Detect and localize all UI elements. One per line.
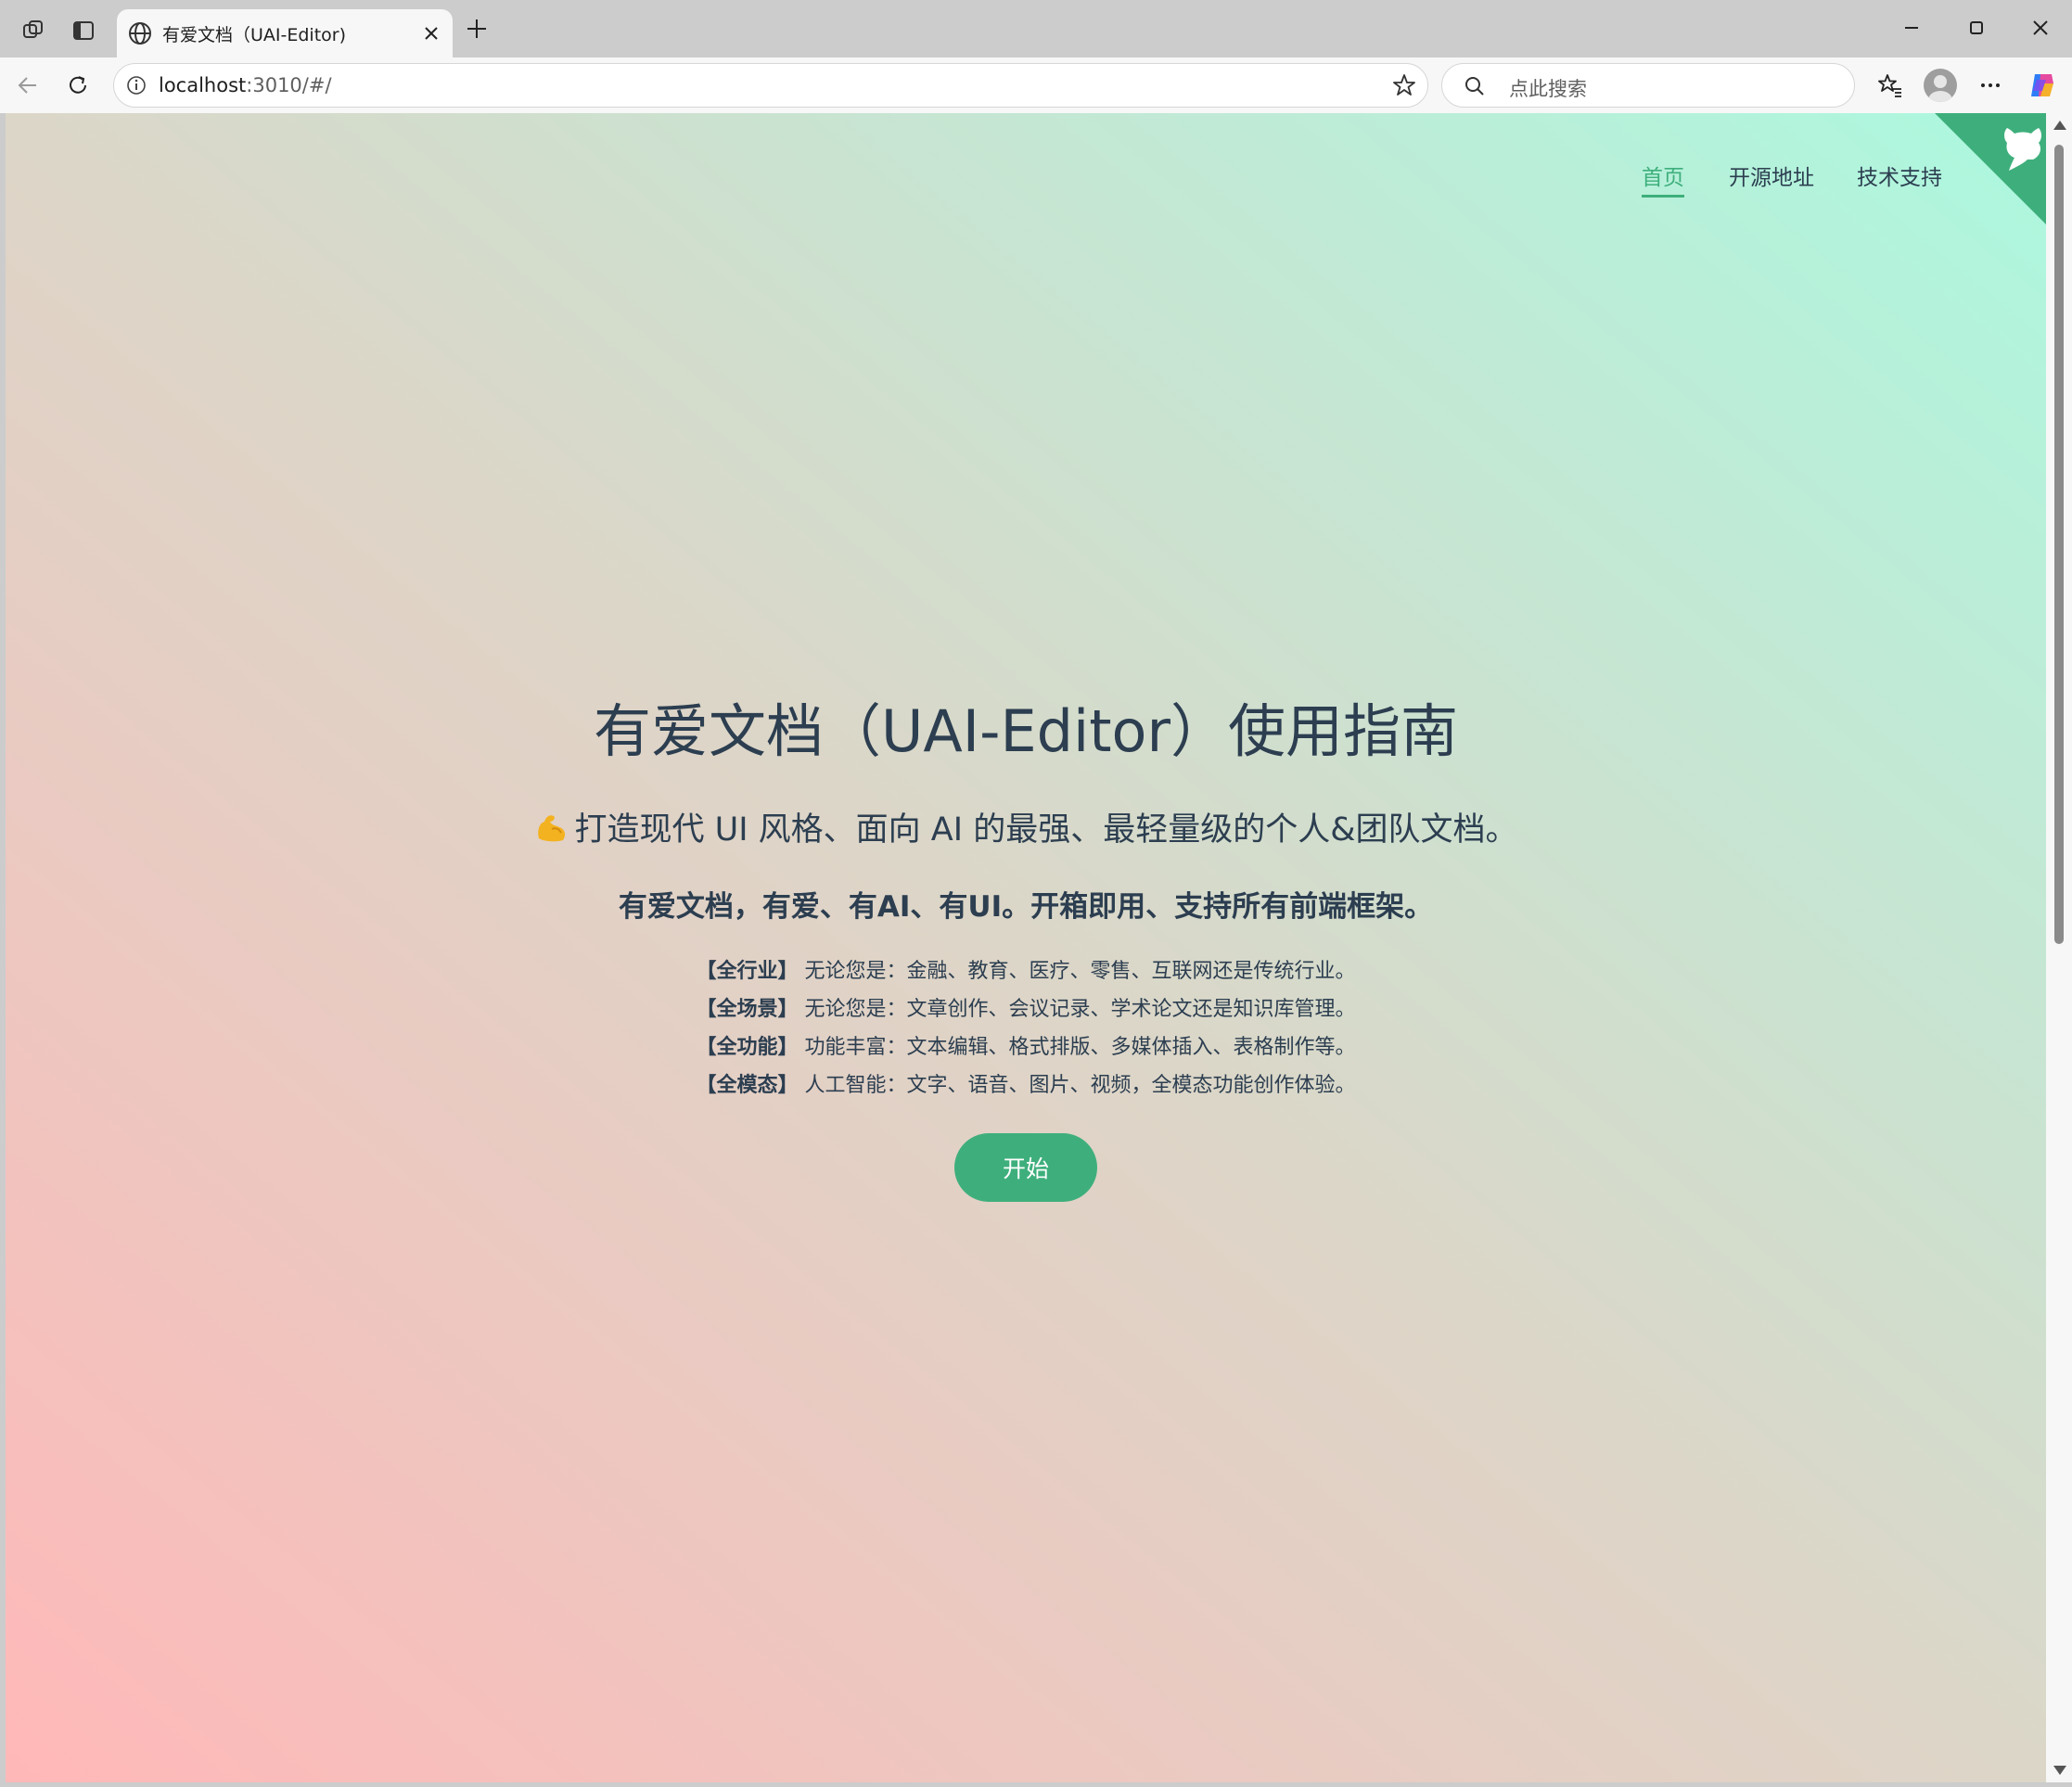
close-tab-icon[interactable] <box>417 19 445 47</box>
search-placeholder: 点此搜索 <box>1509 78 1587 100</box>
minimize-icon[interactable] <box>1884 7 1939 48</box>
favorite-star-icon[interactable] <box>1390 71 1418 99</box>
feature-tag: 【全行业】 <box>696 960 799 983</box>
maximize-icon[interactable] <box>1949 7 2004 48</box>
address-bar[interactable]: localhost:3010/#/ <box>113 63 1428 108</box>
nav-source[interactable]: 开源地址 <box>1729 160 1814 191</box>
page-title: 有爱文档（UAI-Editor）使用指南 <box>594 697 1458 765</box>
globe-icon <box>126 19 154 47</box>
start-button[interactable]: 开始 <box>954 1133 1097 1202</box>
page-tagline: 有爱文档，有爱、有AI、有UI。开箱即用、支持所有前端框架。 <box>618 890 1434 924</box>
search-box[interactable]: 点此搜索 <box>1441 63 1855 108</box>
site-info-icon[interactable] <box>123 72 149 98</box>
feature-item: 【全行业】 无论您是：金融、教育、医疗、零售、互联网还是传统行业。 <box>6 952 2046 990</box>
scroll-down-arrow-icon[interactable] <box>2053 1766 2066 1775</box>
workspaces-icon[interactable] <box>15 12 52 49</box>
browser-window: 有爱文档（UAI-Editor) localhost:3010/#/ 点此搜索 … <box>0 0 2072 1787</box>
url-path: :3010/#/ <box>246 74 332 96</box>
copilot-icon[interactable] <box>2024 67 2061 104</box>
page-scrollbar[interactable] <box>2046 113 2072 1782</box>
window-bottom-edge <box>0 1782 2072 1787</box>
subtitle-text: 打造现代 UI 风格、面向 AI 的最强、最轻量级的个人&团队文档。 <box>574 811 1518 849</box>
feature-text: 无论您是：金融、教育、医疗、零售、互联网还是传统行业。 <box>804 960 1356 983</box>
url-text: localhost:3010/#/ <box>159 74 332 96</box>
page-viewport: 首页 开源地址 技术支持 有爱文档（UAI-Editor）使用指南 打造现代 U… <box>6 113 2046 1782</box>
scroll-up-arrow-icon[interactable] <box>2053 121 2066 130</box>
feature-item: 【全场景】 无论您是：文章创作、会议记录、学术论文还是知识库管理。 <box>6 990 2046 1028</box>
back-icon[interactable] <box>9 67 46 104</box>
tab-actions-icon[interactable] <box>65 12 102 49</box>
feature-tag: 【全模态】 <box>696 1074 799 1097</box>
browser-toolbar: localhost:3010/#/ 点此搜索 <box>0 57 2072 113</box>
new-tab-icon[interactable] <box>460 12 493 45</box>
refresh-icon[interactable] <box>59 67 96 104</box>
nav-support[interactable]: 技术支持 <box>1857 160 1942 191</box>
feature-text: 人工智能：文字、语音、图片、视频，全模态功能创作体验。 <box>804 1074 1356 1097</box>
feature-tag: 【全场景】 <box>696 998 799 1021</box>
page-subtitle: 打造现代 UI 风格、面向 AI 的最强、最轻量级的个人&团队文档。 <box>6 803 2046 850</box>
url-host: localhost <box>159 74 247 96</box>
feature-list: 【全行业】 无论您是：金融、教育、医疗、零售、互联网还是传统行业。 【全场景】 … <box>6 952 2046 1104</box>
tab-active[interactable]: 有爱文档（UAI-Editor) <box>117 9 453 57</box>
feature-text: 功能丰富：文本编辑、格式排版、多媒体插入、表格制作等。 <box>804 1036 1356 1059</box>
tab-strip: 有爱文档（UAI-Editor) <box>0 0 2072 57</box>
feature-item: 【全模态】 人工智能：文字、语音、图片、视频，全模态功能创作体验。 <box>6 1066 2046 1104</box>
favorites-icon[interactable] <box>1872 67 1909 104</box>
more-options-icon[interactable] <box>1972 67 2009 104</box>
github-corner-icon[interactable] <box>1935 113 2046 224</box>
feature-text: 无论您是：文章创作、会议记录、学术论文还是知识库管理。 <box>804 998 1356 1021</box>
profile-avatar-icon[interactable] <box>1924 69 1957 102</box>
close-window-icon[interactable] <box>2013 7 2068 48</box>
scrollbar-thumb[interactable] <box>2054 145 2064 944</box>
tab-title: 有爱文档（UAI-Editor) <box>162 25 347 45</box>
feature-item: 【全功能】 功能丰富：文本编辑、格式排版、多媒体插入、表格制作等。 <box>6 1028 2046 1066</box>
feature-tag: 【全功能】 <box>696 1036 799 1059</box>
search-icon <box>1463 74 1487 98</box>
nav-home[interactable]: 首页 <box>1642 160 1684 198</box>
flexed-biceps-icon <box>538 815 566 842</box>
